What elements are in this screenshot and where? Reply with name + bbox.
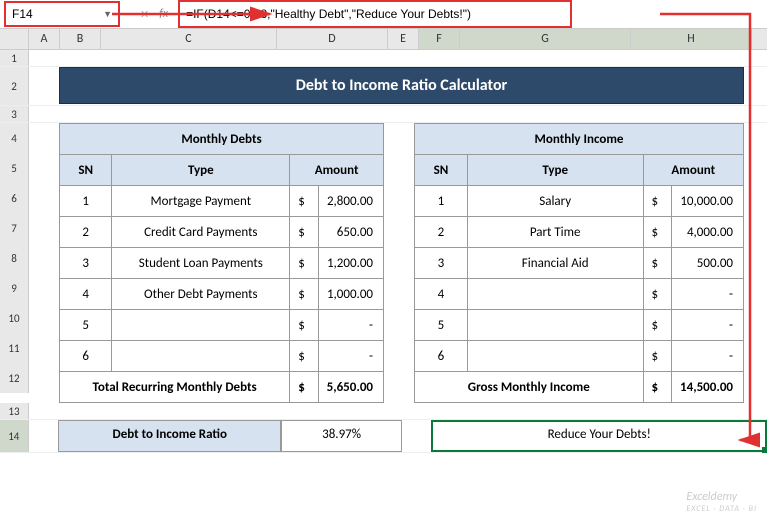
- row-header-4[interactable]: 4: [0, 123, 29, 153]
- spreadsheet-grid: 1 2 Debt to Income Ratio Calculator 3 4 …: [0, 50, 767, 453]
- debts-type-label: Type: [112, 155, 290, 186]
- table-row: 6$-: [60, 341, 384, 372]
- debts-total-row: Total Recurring Monthly Debts$5,650.00: [60, 372, 384, 403]
- table-row: 5$-: [415, 310, 744, 341]
- table-row: 4$-: [415, 279, 744, 310]
- income-header: Monthly Income: [415, 124, 744, 155]
- debts-header: Monthly Debts: [60, 124, 384, 155]
- row-header-5[interactable]: 5: [0, 153, 29, 183]
- result-text: Reduce Your Debts!: [548, 427, 651, 442]
- debts-amount-label: Amount: [290, 155, 384, 186]
- table-row: 6$-: [415, 341, 744, 372]
- row-header-13[interactable]: 13: [0, 403, 29, 419]
- table-row: 3Student Loan Payments$1,200.00: [60, 248, 384, 279]
- col-header-e[interactable]: E: [388, 29, 419, 49]
- debts-sn-label: SN: [60, 155, 112, 186]
- ratio-value[interactable]: 38.97%: [281, 420, 402, 452]
- row-header-6[interactable]: 6: [0, 183, 29, 213]
- name-box-dropdown-icon[interactable]: ▼: [103, 9, 112, 20]
- row-header-8[interactable]: 8: [0, 243, 29, 273]
- fx-icon[interactable]: fx: [159, 7, 168, 21]
- fill-handle[interactable]: [762, 447, 767, 453]
- row-header-7[interactable]: 7: [0, 213, 29, 243]
- row-header-2[interactable]: 2: [0, 67, 29, 105]
- col-header-h[interactable]: H: [631, 29, 752, 49]
- row-header-11[interactable]: 11: [0, 333, 29, 363]
- income-sn-label: SN: [415, 155, 468, 186]
- page-title: Debt to Income Ratio Calculator: [59, 67, 744, 104]
- row-header-9[interactable]: 9: [0, 273, 29, 303]
- income-amount-label: Amount: [643, 155, 743, 186]
- name-box[interactable]: ▼: [4, 1, 120, 27]
- name-box-input[interactable]: [12, 7, 82, 21]
- income-type-label: Type: [467, 155, 643, 186]
- row-header-14[interactable]: 14: [0, 420, 29, 452]
- formula-input[interactable]: [178, 0, 572, 28]
- column-headers: A B C D E F G H: [0, 29, 767, 50]
- col-header-d[interactable]: D: [277, 29, 388, 49]
- row-header-10[interactable]: 10: [0, 303, 29, 333]
- table-row: 5$-: [60, 310, 384, 341]
- watermark: Exceldemy EXCEL · DATA · BI: [686, 490, 757, 514]
- col-header-f[interactable]: F: [419, 29, 460, 49]
- col-header-g[interactable]: G: [460, 29, 631, 49]
- ratio-label: Debt to Income Ratio: [58, 420, 281, 452]
- table-row: 1Salary$10,000.00: [415, 186, 744, 217]
- table-row: 1Mortgage Payment$2,800.00: [60, 186, 384, 217]
- income-total-row: Gross Monthly Income$14,500.00: [415, 372, 744, 403]
- row-header-12[interactable]: 12: [0, 363, 29, 393]
- table-row: 3Financial Aid$500.00: [415, 248, 744, 279]
- row-header-3[interactable]: 3: [0, 106, 29, 122]
- col-header-b[interactable]: B: [60, 29, 101, 49]
- table-row: 4Other Debt Payments$1,000.00: [60, 279, 384, 310]
- cancel-icon[interactable]: ✕: [140, 8, 149, 21]
- col-header-c[interactable]: C: [101, 29, 277, 49]
- income-table: Monthly Income SN Type Amount 1Salary$10…: [414, 123, 744, 403]
- formula-bar: ▼ ✕ fx: [0, 0, 767, 29]
- table-row: 2Credit Card Payments$650.00: [60, 217, 384, 248]
- result-cell[interactable]: Reduce Your Debts!: [431, 420, 767, 452]
- row-header-1[interactable]: 1: [0, 50, 29, 66]
- table-row: 2Part Time$4,000.00: [415, 217, 744, 248]
- col-header-a[interactable]: A: [29, 29, 60, 49]
- debts-table: Monthly Debts SN Type Amount 1Mortgage P…: [59, 123, 384, 403]
